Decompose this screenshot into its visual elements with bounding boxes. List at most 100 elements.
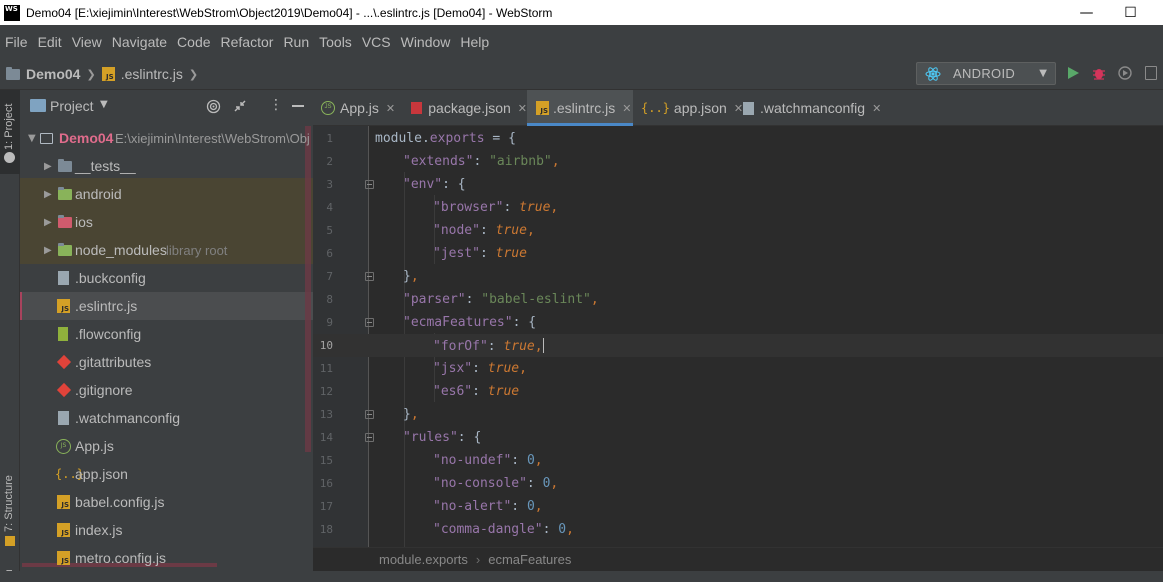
minimize-button[interactable]: — <box>1064 0 1109 25</box>
close-icon[interactable]: ✕ <box>386 102 395 115</box>
line-number: 5 <box>326 224 333 237</box>
line-number: 3 <box>326 178 333 191</box>
code-line: 9 "ecmaFeatures": { <box>313 311 1163 334</box>
tab-app-json[interactable]: {..} app.json ✕ <box>633 90 743 126</box>
tree-item-file[interactable]: .watchmanconfig <box>20 404 313 432</box>
line-number: 18 <box>319 523 333 536</box>
locate-target-icon[interactable] <box>206 99 221 114</box>
menu-run[interactable]: Run <box>278 34 314 50</box>
tab-label: package.json <box>428 100 511 116</box>
tree-item-label: .eslintrc.js <box>75 298 138 314</box>
menu-navigate[interactable]: Navigate <box>107 34 172 50</box>
run-configuration-select[interactable]: ANDROID ▼ <box>916 62 1056 85</box>
tree-item-file[interactable]: .buckconfig <box>20 264 313 292</box>
structure-tool-tab[interactable]: 7: Structure <box>3 475 15 532</box>
line-content: }, <box>403 407 419 422</box>
code-line: 16 "no-console": 0, <box>313 472 1163 495</box>
tree-item-file[interactable]: JS index.js <box>20 516 313 544</box>
line-content: "extends": "airbnb", <box>403 154 560 169</box>
tree-item-label: App.js <box>75 438 114 454</box>
menu-file[interactable]: File <box>0 34 33 50</box>
breadcrumb-module-exports[interactable]: module.exports <box>379 552 468 567</box>
window-title: Demo04 [E:\xiejimin\Interest\WebStrom\Ob… <box>26 5 553 20</box>
tree-item-file[interactable]: JS App.js <box>20 432 313 460</box>
nav-file[interactable]: .eslintrc.js <box>121 66 183 82</box>
js-file-icon: JS <box>57 495 70 509</box>
line-number: 14 <box>319 431 333 444</box>
maximize-button[interactable]: ☐ <box>1108 0 1153 25</box>
tree-item-file[interactable]: JS metro.config.js <box>20 544 313 572</box>
run-coverage-icon[interactable] <box>1117 65 1133 81</box>
tab-app-js[interactable]: JS App.js ✕ <box>313 90 403 126</box>
project-view-title[interactable]: Project <box>50 98 94 114</box>
json-icon: {..} <box>641 101 670 115</box>
chevron-right-icon[interactable]: ▶ <box>44 217 52 228</box>
collapse-all-icon[interactable] <box>233 99 247 113</box>
folder-icon <box>6 66 20 80</box>
js-file-icon: JS <box>57 551 70 565</box>
tree-item-folder[interactable]: ▶ __tests__ <box>20 152 313 180</box>
fold-icon[interactable] <box>365 318 374 327</box>
tree-item-file[interactable]: .flowconfig <box>20 320 313 348</box>
chevron-right-icon: ❯ <box>188 67 199 81</box>
tree-item-file[interactable]: JS babel.config.js <box>20 488 313 516</box>
line-number: 2 <box>326 155 333 168</box>
fold-icon[interactable] <box>365 433 374 442</box>
chevron-down-icon[interactable]: ▼ <box>100 99 108 110</box>
close-icon[interactable]: ✕ <box>622 102 631 115</box>
text-file-icon <box>743 101 754 115</box>
menu-edit[interactable]: Edit <box>33 34 67 50</box>
more-options-icon[interactable]: ⋮ <box>269 96 283 114</box>
line-number: 12 <box>319 385 333 398</box>
hide-panel-icon[interactable] <box>292 105 304 107</box>
tree-item-file[interactable]: {..} app.json <box>20 460 313 488</box>
project-icon <box>4 152 15 163</box>
tab-label: app.json <box>673 100 727 116</box>
tab-eslintrc-js[interactable]: JS .eslintrc.js ✕ <box>527 90 633 126</box>
line-content: "comma-dangle": 0, <box>433 522 574 537</box>
menu-window[interactable]: Window <box>396 34 456 50</box>
debug-icon[interactable] <box>1091 65 1107 81</box>
nav-project[interactable]: Demo04 <box>26 66 80 82</box>
close-icon[interactable]: ✕ <box>518 102 527 115</box>
chevron-right-icon[interactable]: ▶ <box>44 245 52 256</box>
run-icon[interactable] <box>1066 66 1080 80</box>
fold-icon[interactable] <box>365 180 374 189</box>
chevron-down-icon[interactable]: ▼ <box>28 133 36 144</box>
code-line: 4 "browser": true, <box>313 196 1163 219</box>
tree-item-root[interactable]: ▼ Demo04 E:\xiejimin\Interest\WebStrom\O… <box>20 124 313 152</box>
menu-vcs[interactable]: VCS <box>357 34 396 50</box>
project-tool-tab[interactable]: 1: Project <box>0 90 20 174</box>
structure-icon <box>5 536 15 546</box>
react-icon <box>925 66 941 81</box>
tree-item-folder[interactable]: ▶ android <box>20 180 313 208</box>
tree-item-label: .watchmanconfig <box>75 410 181 426</box>
line-content: "rules": { <box>403 430 482 445</box>
tree-item-folder[interactable]: ▶ ios <box>20 208 313 236</box>
chevron-right-icon[interactable]: ▶ <box>44 161 52 172</box>
menu-view[interactable]: View <box>67 34 107 50</box>
tree-item-file[interactable]: .gitignore <box>20 376 313 404</box>
run-configuration-label: ANDROID <box>953 66 1016 81</box>
chevron-right-icon[interactable]: ▶ <box>44 189 52 200</box>
tree-item-folder[interactable]: ▶ node_modules library root <box>20 236 313 264</box>
chevron-right-icon: › <box>475 552 481 567</box>
tree-item-file[interactable]: JS .eslintrc.js <box>20 292 313 320</box>
menu-help[interactable]: Help <box>455 34 494 50</box>
git-file-icon <box>56 382 72 398</box>
menu-code[interactable]: Code <box>172 34 215 50</box>
breadcrumb-ecma-features[interactable]: ecmaFeatures <box>488 552 571 567</box>
tab-package-json[interactable]: package.json ✕ <box>403 90 527 126</box>
fold-icon[interactable] <box>365 410 374 419</box>
close-icon[interactable]: ✕ <box>872 102 881 115</box>
stop-icon[interactable] <box>1145 66 1157 80</box>
tree-item-file[interactable]: .gitattributes <box>20 348 313 376</box>
menu-refactor[interactable]: Refactor <box>216 34 279 50</box>
line-content: "jsx": true, <box>433 361 527 376</box>
code-line: 12 "es6": true <box>313 380 1163 403</box>
fold-icon[interactable] <box>365 272 374 281</box>
tree-item-label: metro.config.js <box>75 550 167 566</box>
line-content: "jest": true <box>433 246 527 261</box>
menu-tools[interactable]: Tools <box>314 34 357 50</box>
tab-watchmanconfig[interactable]: .watchmanconfig ✕ <box>735 90 885 126</box>
